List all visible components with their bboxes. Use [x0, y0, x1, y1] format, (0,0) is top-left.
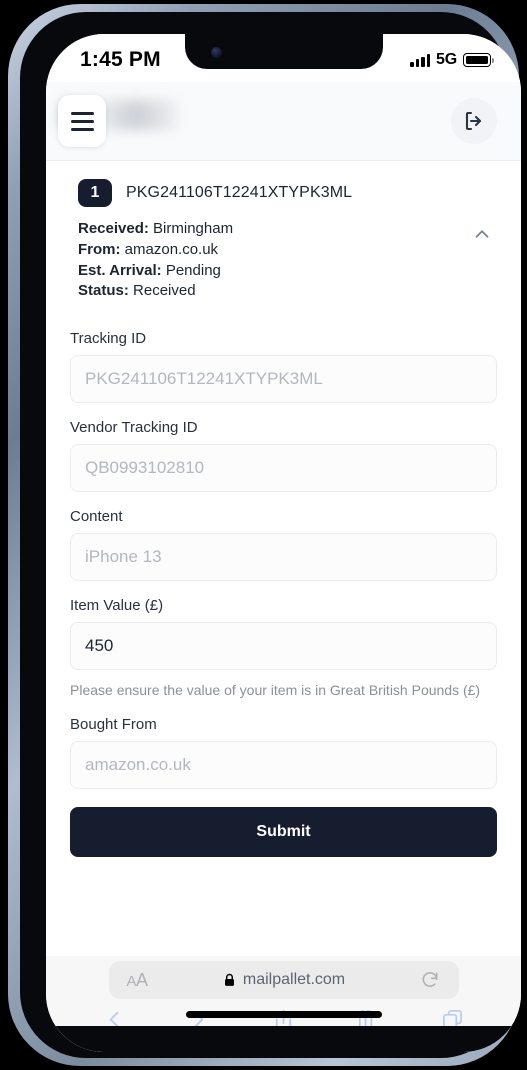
- battery-full-icon: [463, 53, 495, 67]
- network-type-label: 5G: [436, 51, 457, 68]
- notch: [184, 34, 383, 69]
- phone-frame: 1:45 PM 5G 1 PKG241106T12241XTYPK3ML Rec…: [8, 4, 521, 1066]
- package-meta-row: Received: Birmingham: [78, 219, 497, 239]
- front-camera-icon: [210, 47, 222, 58]
- url-pill[interactable]: AA mailpallet.com: [108, 961, 459, 999]
- screen-bottom-mask: [46, 1026, 521, 1052]
- field-content: Content: [70, 508, 497, 582]
- meta-label-from: From:: [78, 240, 121, 258]
- url-domain: mailpallet.com: [242, 971, 346, 988]
- meta-label-est-arrival: Est. Arrival:: [78, 261, 162, 279]
- package-meta-row: Est. Arrival: Pending: [78, 261, 497, 281]
- meta-value-est-arrival: Pending: [165, 261, 221, 279]
- vendor-tracking-id-input[interactable]: [70, 444, 497, 493]
- submit-button[interactable]: Submit: [70, 806, 497, 857]
- logout-icon[interactable]: [451, 98, 497, 144]
- package-meta: Received: Birmingham From: amazon.co.uk …: [78, 219, 497, 301]
- tracking-id-input[interactable]: [70, 355, 497, 404]
- field-item-value: Item Value (£): [70, 597, 497, 671]
- reload-icon[interactable]: [420, 970, 440, 990]
- phone-body: 1:45 PM 5G 1 PKG241106T12241XTYPK3ML Rec…: [20, 12, 521, 1058]
- signal-bars-icon: [410, 53, 431, 67]
- chevron-up-icon[interactable]: [471, 223, 493, 245]
- meta-value-received: Birmingham: [153, 220, 234, 237]
- app-header: [46, 82, 521, 160]
- label-bought-from: Bought From: [70, 715, 157, 733]
- home-indicator: [185, 1011, 382, 1018]
- package-tracking-code: PKG241106T12241XTYPK3ML: [126, 184, 353, 201]
- field-tracking-id: Tracking ID: [70, 330, 497, 404]
- field-vendor-tracking-id: Vendor Tracking ID: [70, 419, 497, 493]
- meta-value-status: Received: [133, 282, 196, 300]
- item-value-hint: Please ensure the value of your item is …: [70, 682, 481, 699]
- package-form: Tracking ID Vendor Tracking ID Content I…: [60, 312, 507, 857]
- package-meta-row: Status: Received: [78, 281, 497, 301]
- field-bought-from: Bought From: [70, 716, 497, 789]
- package-card[interactable]: 1 PKG241106T12241XTYPK3ML Received: Birm…: [60, 161, 507, 312]
- meta-label-received: Received:: [78, 220, 149, 237]
- meta-label-status: Status:: [78, 282, 129, 300]
- bought-from-input[interactable]: [70, 740, 497, 789]
- hamburger-menu-icon[interactable]: [58, 95, 106, 147]
- label-vendor-tracking-id: Vendor Tracking ID: [70, 419, 198, 437]
- content-input[interactable]: [70, 533, 497, 582]
- package-index-badge: 1: [78, 179, 112, 207]
- text-size-aa-icon[interactable]: AA: [127, 970, 149, 991]
- package-header: 1 PKG241106T12241XTYPK3ML: [78, 179, 497, 207]
- main-content: 1 PKG241106T12241XTYPK3ML Received: Birm…: [46, 160, 521, 956]
- package-meta-row: From: amazon.co.uk: [78, 240, 497, 260]
- status-indicators: 5G: [410, 51, 495, 69]
- url-center: mailpallet.com: [223, 971, 345, 989]
- lock-icon: [224, 973, 234, 986]
- meta-value-from: amazon.co.uk: [124, 240, 219, 258]
- label-content: Content: [70, 508, 123, 526]
- status-time: 1:45 PM: [80, 48, 161, 71]
- item-value-input[interactable]: [70, 622, 497, 671]
- browser-url-bar: AA mailpallet.com: [46, 956, 521, 1004]
- label-tracking-id: Tracking ID: [70, 330, 147, 348]
- phone-screen: 1:45 PM 5G 1 PKG241106T12241XTYPK3ML Rec…: [46, 34, 521, 1052]
- label-item-value: Item Value (£): [70, 597, 164, 615]
